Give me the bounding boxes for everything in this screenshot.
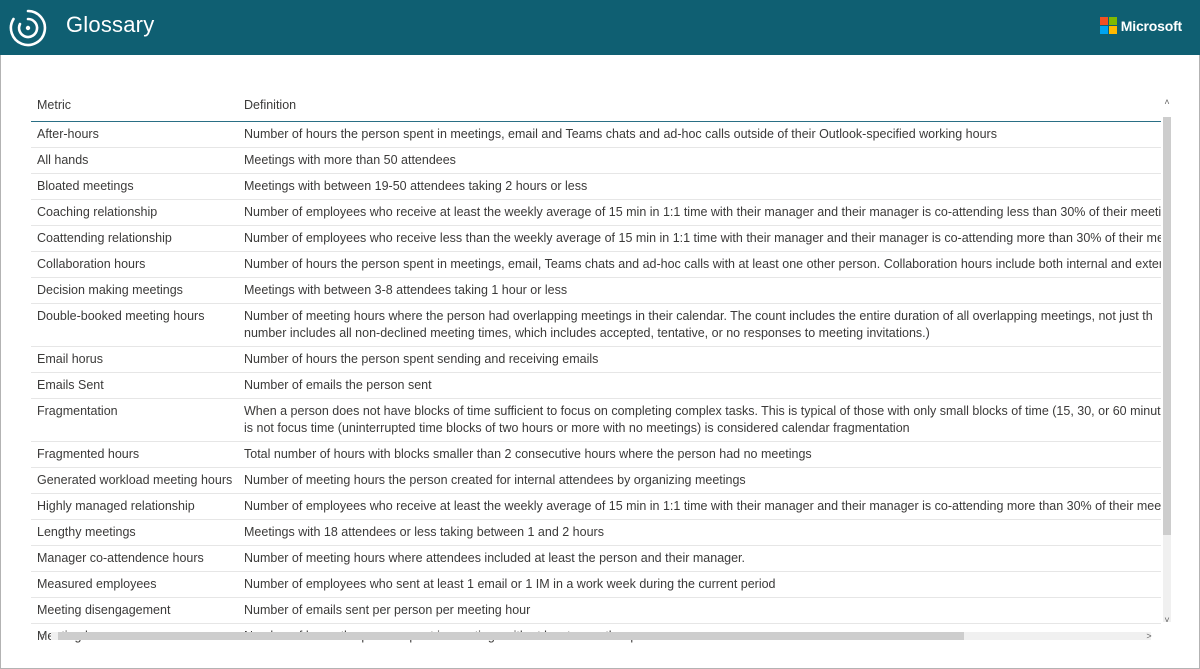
- brand-name: Microsoft: [1120, 17, 1182, 34]
- definition-cell: Number of emails the person sent: [238, 372, 1161, 399]
- definition-cell: Number of employees who receive at least…: [238, 199, 1161, 226]
- definition-text: Number of meeting hours where the person…: [244, 308, 1153, 323]
- glossary-table: Metric Definition After-hours Number of h…: [31, 90, 1161, 643]
- metric-cell: Collaboration hours: [31, 251, 238, 278]
- definition-text: Number of meeting hours where attendees …: [244, 550, 746, 565]
- scroll-right-icon[interactable]: >: [1144, 631, 1154, 641]
- definition-cell: Meetings with more than 50 attendees: [238, 147, 1161, 174]
- metric-cell: Fragmentation: [31, 398, 238, 442]
- column-header-definition[interactable]: Definition: [238, 90, 1161, 122]
- definition-cell: Number of employees who receive less tha…: [238, 225, 1161, 252]
- table-row[interactable]: Email horus Number of hours the person sp…: [31, 346, 1161, 373]
- definition-text: Number of emails sent per person per mee…: [244, 602, 531, 617]
- definition-cell: Number of employees who receive at least…: [238, 493, 1161, 520]
- metric-cell: Generated workload meeting hours: [31, 467, 238, 494]
- definition-text: When a person does not have blocks of ti…: [244, 403, 1161, 418]
- table-row[interactable]: Collaboration hours Number of hours the p…: [31, 251, 1161, 278]
- definition-text: Number of employees who receive at least…: [244, 204, 1161, 219]
- horizontal-scroll-thumb[interactable]: [58, 632, 964, 640]
- definition-cell: Number of meeting hours the person creat…: [238, 467, 1161, 494]
- definition-text: Number of employees who receive at least…: [244, 498, 1161, 513]
- glossary-table-container: Metric Definition After-hours Number of h…: [31, 90, 1172, 643]
- vertical-scroll-thumb[interactable]: [1163, 117, 1171, 535]
- metric-cell: Coattending relationship: [31, 225, 238, 252]
- metric-cell: Double-booked meeting hours: [31, 303, 238, 347]
- table-row[interactable]: Generated workload meeting hours Number o…: [31, 467, 1161, 494]
- metric-cell: Meeting disengagement: [31, 597, 238, 624]
- table-row[interactable]: Lengthy meetings Meetings with 18 attende…: [31, 519, 1161, 546]
- metric-cell: Bloated meetings: [31, 173, 238, 200]
- metric-cell: All hands: [31, 147, 238, 174]
- table-row[interactable]: Fragmented hours Total number of hours wi…: [31, 441, 1161, 468]
- metric-cell: Measured employees: [31, 571, 238, 598]
- table-row[interactable]: Coattending relationship Number of employ…: [31, 225, 1161, 252]
- table-row[interactable]: All hands Meetings with more than 50 atte…: [31, 147, 1161, 174]
- microsoft-brand: Microsoft: [1099, 17, 1182, 34]
- definition-cell: Meetings with between 3-8 attendees taki…: [238, 277, 1161, 304]
- table-row[interactable]: After-hours Number of hours the person sp…: [31, 121, 1161, 148]
- definition-cell: Number of hours the person spent sending…: [238, 346, 1161, 373]
- definition-text: Total number of hours with blocks smalle…: [244, 446, 812, 461]
- vertical-scrollbar[interactable]: ˄ ˅: [1162, 90, 1172, 627]
- definition-text: Number of hours the person spent in meet…: [244, 126, 997, 141]
- definition-cell: Number of meeting hours where attendees …: [238, 545, 1161, 572]
- definition-cell: Number of hours the person spent in meet…: [238, 251, 1161, 278]
- definition-text: Meetings with between 19-50 attendees ta…: [244, 178, 588, 193]
- definition-cell: Meetings with between 19-50 attendees ta…: [238, 173, 1161, 200]
- metric-cell: Lengthy meetings: [31, 519, 238, 546]
- definition-cell: Meetings with 18 attendees or less takin…: [238, 519, 1161, 546]
- table-row[interactable]: Emails Sent Number of emails the person s…: [31, 372, 1161, 399]
- scroll-up-icon[interactable]: ˄: [1162, 97, 1172, 107]
- metric-cell: Highly managed relationship: [31, 493, 238, 520]
- definition-cell: Number of employees who sent at least 1 …: [238, 571, 1161, 598]
- definition-cell: Total number of hours with blocks smalle…: [238, 441, 1161, 468]
- table-row[interactable]: Measured employees Number of employees wh…: [31, 571, 1161, 598]
- definition-cell: Number of meeting hours where the person…: [238, 303, 1161, 347]
- app-logo-icon: [9, 9, 47, 47]
- table-row[interactable]: Manager co-attendence hours Number of mee…: [31, 545, 1161, 572]
- scroll-left-icon[interactable]: <: [37, 631, 47, 641]
- definition-cell: When a person does not have blocks of ti…: [238, 398, 1161, 442]
- definition-text: Number of employees who receive less tha…: [244, 230, 1161, 245]
- metric-cell: Emails Sent: [31, 372, 238, 399]
- definition-text: Number of employees who sent at least 1 …: [244, 576, 776, 591]
- definition-text: Number of emails the person sent: [244, 377, 432, 392]
- metric-cell: Decision making meetings: [31, 277, 238, 304]
- definition-text: Number of hours the person spent sending…: [244, 351, 599, 366]
- definition-text: Meetings with 18 attendees or less takin…: [244, 524, 604, 539]
- definition-text: Number of meeting hours the person creat…: [244, 472, 746, 487]
- table-row[interactable]: Double-booked meeting hours Number of mee…: [31, 303, 1161, 347]
- table-row[interactable]: Meeting disengagement Number of emails se…: [31, 597, 1161, 624]
- app-header: Glossary Microsoft: [0, 0, 1200, 55]
- table-header-row: Metric Definition: [31, 90, 1161, 122]
- definition-text: Meetings with between 3-8 attendees taki…: [244, 282, 568, 297]
- page-title: Glossary: [66, 12, 155, 37]
- definition-text: Number of hours the person spent in meet…: [244, 256, 1161, 271]
- definition-text: Meetings with more than 50 attendees: [244, 152, 456, 167]
- metric-cell: Email horus: [31, 346, 238, 373]
- column-header-metric[interactable]: Metric: [31, 90, 238, 122]
- table-row[interactable]: Decision making meetings Meetings with be…: [31, 277, 1161, 304]
- definition-cell: Number of emails sent per person per mee…: [238, 597, 1161, 624]
- table-row[interactable]: Fragmentation When a person does not have…: [31, 398, 1161, 442]
- metric-cell: After-hours: [31, 121, 238, 148]
- definition-cell: Number of hours the person spent in meet…: [238, 121, 1161, 148]
- table-row[interactable]: Highly managed relationship Number of emp…: [31, 493, 1161, 520]
- horizontal-scrollbar[interactable]: < >: [31, 630, 1172, 642]
- metric-cell: Manager co-attendence hours: [31, 545, 238, 572]
- table-row[interactable]: Bloated meetings Meetings with between 19…: [31, 173, 1161, 200]
- metric-cell: Fragmented hours: [31, 441, 238, 468]
- table-row[interactable]: Coaching relationship Number of employees…: [31, 199, 1161, 226]
- definition-text-line2: is not focus time (uninterrupted time bl…: [244, 420, 910, 435]
- definition-text-line2: number includes all non-declined meeting…: [244, 325, 930, 340]
- metric-cell: Coaching relationship: [31, 199, 238, 226]
- scroll-down-icon[interactable]: ˅: [1162, 615, 1172, 625]
- microsoft-logo-icon: [1099, 17, 1117, 34]
